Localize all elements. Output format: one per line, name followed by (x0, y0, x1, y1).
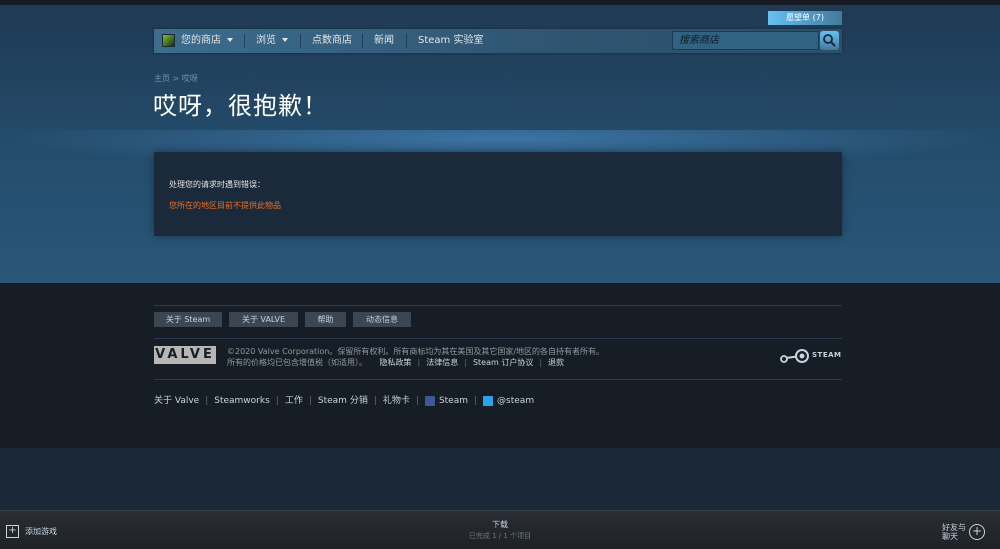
nav-your-store[interactable]: 您的商店 (162, 29, 233, 53)
breadcrumb-current: 哎呀 (181, 74, 198, 83)
nav-your-store-label: 您的商店 (181, 35, 221, 46)
nav-browse[interactable]: 浏览 (256, 29, 288, 53)
facebook-label: Steam (438, 396, 468, 406)
footer-divider (154, 305, 842, 306)
search-input[interactable] (672, 31, 819, 50)
downloads-status[interactable]: 下载 已完成 1 / 1 个项目 (400, 519, 600, 541)
add-game-button[interactable]: + 添加游戏 (6, 525, 57, 538)
valve-logo[interactable]: VALVE (154, 346, 216, 364)
steam-distribution-link[interactable]: Steam 分销 (318, 396, 368, 406)
error-panel: 处理您的请求时遇到错误： 您所在的地区目前不提供此物品 (154, 152, 842, 236)
friends-add-icon[interactable]: + (969, 524, 985, 540)
footer-divider (154, 338, 842, 339)
breadcrumb-home[interactable]: 主页 (154, 74, 170, 83)
about-steam-button[interactable]: 关于 Steam (154, 312, 222, 327)
wishlist-button[interactable]: 愿望单 (7) (768, 11, 842, 25)
nav-browse-label: 浏览 (256, 35, 276, 46)
legal-link[interactable]: 法律信息 (426, 358, 458, 367)
error-heading: 处理您的请求时遇到错误： (169, 180, 265, 189)
store-avatar-icon (162, 33, 175, 47)
nav-points-store[interactable]: 点数商店 (312, 29, 352, 53)
breadcrumb-separator: > (172, 74, 180, 83)
plus-icon: + (6, 525, 19, 538)
nav-divider (362, 34, 363, 48)
twitter-icon (483, 395, 494, 406)
about-valve-link[interactable]: 关于 Valve (154, 396, 199, 406)
nav-divider (406, 34, 407, 48)
twitter-label: @steam (497, 396, 535, 406)
facebook-link[interactable]: Steam (424, 395, 468, 406)
vat-notice: 所有的价格均已包含增值税（如适用）。 (227, 358, 367, 367)
nav-divider (244, 34, 245, 48)
downloads-label: 下载 (492, 520, 508, 529)
subscriber-agreement-link[interactable]: Steam 订户协议 (473, 358, 533, 367)
steamworks-link[interactable]: Steamworks (214, 396, 270, 406)
friends-chat-button[interactable]: 好友与 聊天 (942, 523, 972, 541)
breadcrumb: 主页 > 哎呀 (154, 73, 198, 84)
search-button[interactable] (820, 31, 839, 50)
steam-logo[interactable]: STEAM (776, 347, 842, 365)
search-icon (823, 34, 836, 47)
refunds-link[interactable]: 退款 (548, 358, 564, 367)
nav-labs[interactable]: Steam 实验室 (418, 29, 483, 53)
gift-cards-link[interactable]: 礼物卡 (383, 396, 410, 406)
steam-logo-label: STEAM (812, 351, 842, 359)
about-valve-button[interactable]: 关于 VALVE (229, 312, 298, 327)
copyright-line-1: ©2020 Valve Corporation。保留所有权利。所有商标均为其在美… (227, 347, 605, 356)
facebook-icon (424, 395, 435, 406)
nav-news[interactable]: 新闻 (374, 29, 394, 53)
news-feed-button[interactable]: 动态信息 (353, 312, 411, 327)
add-game-label: 添加游戏 (25, 527, 57, 536)
jobs-link[interactable]: 工作 (285, 396, 303, 406)
footer-divider (154, 379, 842, 380)
help-button[interactable]: 帮助 (305, 312, 346, 327)
downloads-progress-text: 已完成 1 / 1 个项目 (468, 532, 532, 540)
chevron-down-icon (282, 38, 288, 42)
twitter-link[interactable]: @steam (483, 395, 535, 406)
client-bottom-bar: + 添加游戏 下载 已完成 1 / 1 个项目 好友与 聊天 + (0, 510, 1000, 549)
error-message: 您所在的地区目前不提供此物品 (169, 201, 281, 210)
copyright-text: ©2020 Valve Corporation。保留所有权利。所有商标均为其在美… (227, 346, 604, 368)
friends-label-line-2: 聊天 (942, 532, 958, 541)
copyright-line-2: 所有的价格均已包含增值税（如适用）。 隐私政策 | 法律信息 | Steam 订户协议 |… (227, 358, 565, 367)
nav-divider (300, 34, 301, 48)
chevron-down-icon (227, 38, 233, 42)
privacy-policy-link[interactable]: 隐私政策 (380, 358, 412, 367)
footer-links: 关于 Valve | Steamworks | 工作 | Steam 分销 | 礼物卡 | Stea… (154, 395, 535, 406)
friends-label-line-1: 好友与 (942, 523, 966, 532)
page-title: 哎呀，很抱歉！ (153, 92, 328, 120)
